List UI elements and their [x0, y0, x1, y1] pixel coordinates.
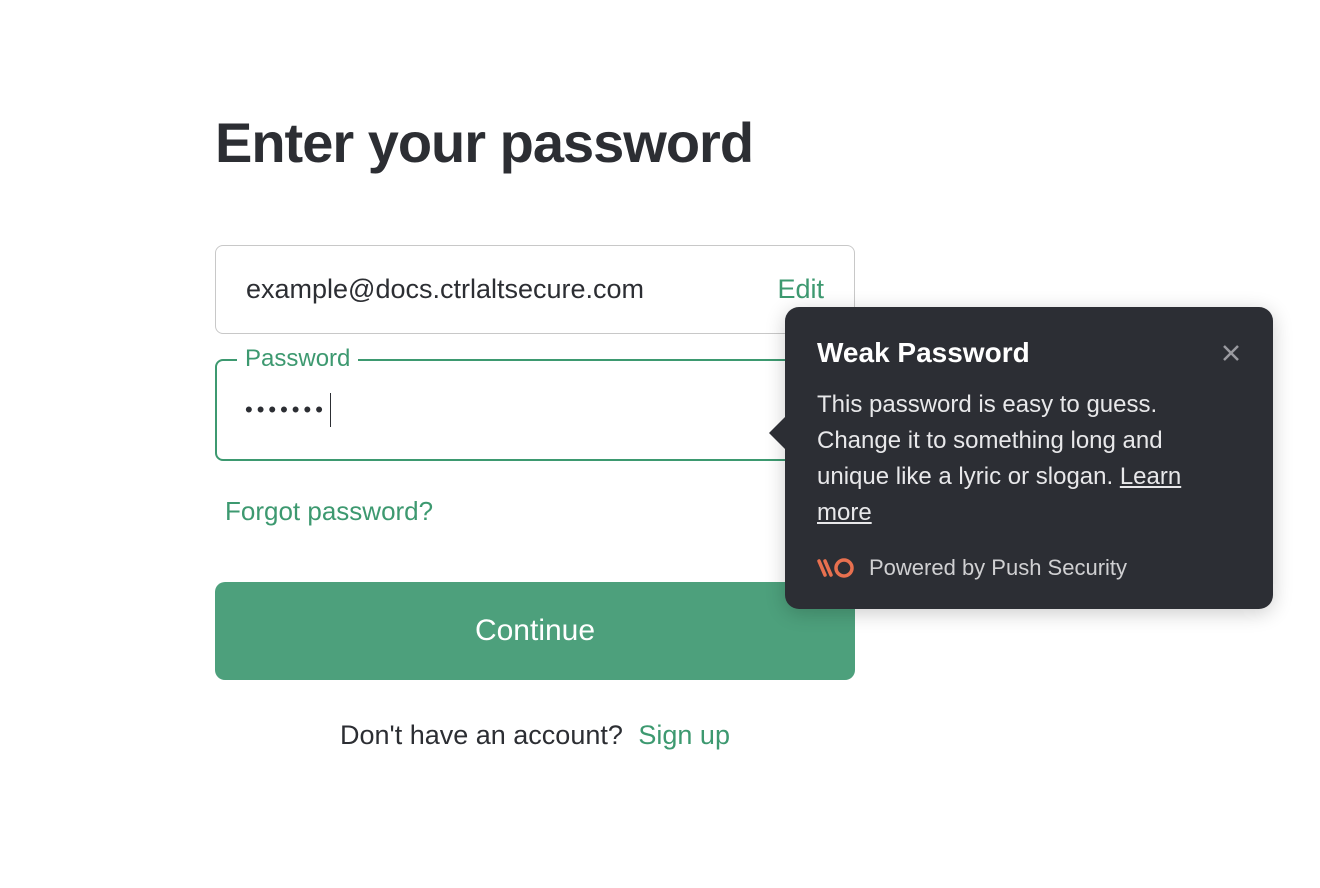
- weak-password-tooltip: Weak Password This password is easy to g…: [785, 307, 1273, 609]
- close-icon[interactable]: [1221, 343, 1241, 363]
- forgot-password-link[interactable]: Forgot password?: [225, 496, 433, 527]
- tooltip-body-text: This password is easy to guess. Change i…: [817, 391, 1163, 490]
- signup-link[interactable]: Sign up: [638, 720, 730, 750]
- password-label: Password: [237, 345, 358, 373]
- signup-row: Don't have an account? Sign up: [215, 720, 855, 751]
- page-title: Enter your password: [215, 110, 855, 175]
- continue-button[interactable]: Continue: [215, 582, 855, 680]
- tooltip-body: This password is easy to guess. Change i…: [817, 387, 1241, 531]
- email-box: example@docs.ctrlaltsecure.com Edit: [215, 245, 855, 334]
- push-security-logo-icon: [817, 557, 855, 579]
- password-dots-text: •••••••: [245, 397, 327, 423]
- tooltip-footer: Powered by Push Security: [817, 555, 1241, 581]
- no-account-text: Don't have an account?: [340, 720, 623, 750]
- tooltip-title: Weak Password: [817, 337, 1030, 369]
- email-value: example@docs.ctrlaltsecure.com: [246, 274, 644, 305]
- password-masked-value: •••••••: [245, 393, 331, 427]
- password-input[interactable]: •••••••: [215, 359, 855, 461]
- powered-by-text: Powered by Push Security: [869, 555, 1127, 581]
- text-cursor: [330, 393, 332, 427]
- password-field-wrapper: Password •••••••: [215, 359, 855, 461]
- login-form: Enter your password example@docs.ctrlalt…: [215, 110, 855, 751]
- tooltip-arrow: [769, 417, 785, 449]
- edit-email-link[interactable]: Edit: [777, 274, 824, 305]
- tooltip-header: Weak Password: [817, 337, 1241, 369]
